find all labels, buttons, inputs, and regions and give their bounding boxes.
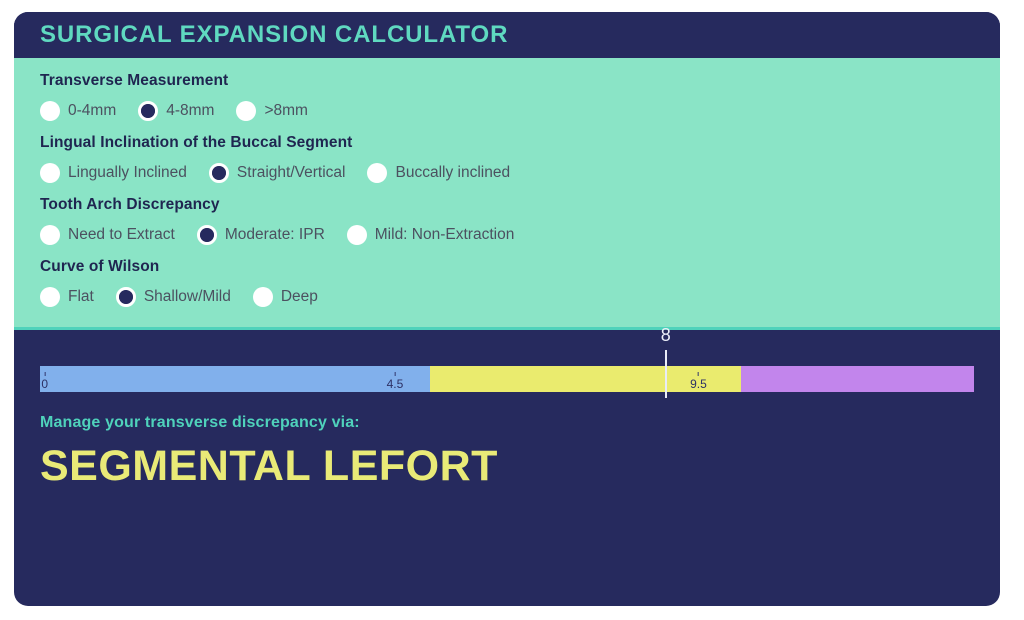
scale-tick-labels: 0 4.5 9.5 [40, 372, 974, 392]
radio-option-label: Deep [280, 288, 318, 305]
radio-unchecked-icon[interactable] [40, 101, 60, 121]
option-row: 0-4mm 4-8mm >8mm [40, 101, 1000, 121]
radio-unchecked-icon[interactable] [252, 287, 273, 307]
radio-checked-icon[interactable] [138, 101, 159, 121]
radio-option-label: Moderate: IPR [224, 226, 325, 243]
radio-unchecked-icon[interactable] [236, 101, 257, 121]
radio-option-lingual-inclination-1[interactable]: Straight/Vertical [208, 163, 346, 183]
radio-option-label: Mild: Non-Extraction [374, 226, 515, 243]
scale-tick: 4.5 [386, 372, 404, 391]
radio-option-transverse-measurement-1[interactable]: 4-8mm [138, 101, 214, 121]
radio-option-label: Shallow/Mild [143, 288, 231, 305]
question-label: Transverse Measurement [40, 72, 229, 89]
scale-tick-label: 4.5 [386, 377, 404, 391]
scale-marker-line [664, 350, 667, 398]
discrepancy-scale: 8 0 4.5 9.5 [40, 326, 974, 408]
radio-option-label: Need to Extract [68, 226, 175, 243]
card-header: SURGICAL EXPANSION CALCULATOR [14, 12, 1000, 58]
radio-option-transverse-measurement-0[interactable]: 0-4mm [40, 101, 116, 121]
radio-checked-icon[interactable] [208, 163, 229, 183]
question-group-curve-of-wilson: Curve of Wilson Flat Shallow/Mild Deep [14, 258, 1000, 307]
radio-option-lingual-inclination-2[interactable]: Buccally inclined [367, 163, 510, 183]
result-panel: 8 0 4.5 9.5 Manage your transverse discrep… [14, 326, 1000, 535]
option-row: Lingually Inclined Straight/Vertical Bucca… [40, 163, 1000, 183]
questions-panel: Transverse Measurement 0-4mm 4-8mm >8mm Ling… [14, 58, 1000, 330]
result-caption: Manage your transverse discrepancy via: [40, 414, 360, 431]
radio-option-label: Straight/Vertical [236, 164, 346, 181]
radio-option-curve-of-wilson-0[interactable]: Flat [40, 287, 94, 307]
radio-unchecked-icon[interactable] [40, 163, 60, 183]
result-headline: SEGMENTAL LEFORT [40, 442, 498, 490]
question-label: Curve of Wilson [40, 258, 160, 275]
question-group-lingual-inclination: Lingual Inclination of the Buccal Segmen… [14, 134, 1000, 183]
radio-option-label: Buccally inclined [395, 164, 511, 181]
question-group-tooth-arch-discrepancy: Tooth Arch Discrepancy Need to Extract Mod… [14, 196, 1000, 245]
option-row: Need to Extract Moderate: IPR Mild: Non-Ex… [40, 225, 1000, 245]
scale-tick-label: 9.5 [690, 377, 707, 391]
radio-option-label: Flat [68, 288, 94, 305]
radio-unchecked-icon[interactable] [40, 287, 60, 307]
radio-option-tooth-arch-discrepancy-0[interactable]: Need to Extract [40, 225, 175, 245]
radio-checked-icon[interactable] [115, 287, 136, 307]
radio-option-curve-of-wilson-2[interactable]: Deep [252, 287, 318, 307]
radio-unchecked-icon[interactable] [367, 163, 388, 183]
question-group-transverse-measurement: Transverse Measurement 0-4mm 4-8mm >8mm [14, 72, 1000, 121]
scale-marker-value: 8 [660, 325, 671, 345]
calculator-card: SURGICAL EXPANSION CALCULATOR Transverse… [14, 12, 1000, 606]
scale-tick-mark [394, 372, 396, 376]
radio-option-curve-of-wilson-1[interactable]: Shallow/Mild [115, 287, 231, 307]
radio-checked-icon[interactable] [196, 225, 217, 245]
scale-tick-label: 0 [41, 377, 48, 391]
scale-tick: 0 [41, 372, 48, 391]
radio-option-tooth-arch-discrepancy-2[interactable]: Mild: Non-Extraction [346, 225, 515, 245]
question-label: Lingual Inclination of the Buccal Segmen… [40, 134, 353, 151]
radio-option-tooth-arch-discrepancy-1[interactable]: Moderate: IPR [196, 225, 325, 245]
radio-option-transverse-measurement-2[interactable]: >8mm [236, 101, 308, 121]
radio-option-label: Lingually Inclined [68, 164, 187, 181]
radio-unchecked-icon[interactable] [346, 225, 367, 245]
radio-option-label: 0-4mm [68, 102, 117, 119]
radio-option-label: >8mm [264, 102, 308, 119]
option-row: Flat Shallow/Mild Deep [40, 287, 1000, 307]
radio-unchecked-icon[interactable] [40, 225, 60, 245]
scale-tick-mark [44, 372, 46, 376]
scale-tick-mark [697, 372, 699, 376]
page-title: SURGICAL EXPANSION CALCULATOR [40, 21, 509, 48]
radio-option-lingual-inclination-0[interactable]: Lingually Inclined [40, 163, 187, 183]
radio-option-label: 4-8mm [166, 102, 215, 119]
question-label: Tooth Arch Discrepancy [40, 196, 220, 213]
scale-tick: 9.5 [690, 372, 707, 391]
